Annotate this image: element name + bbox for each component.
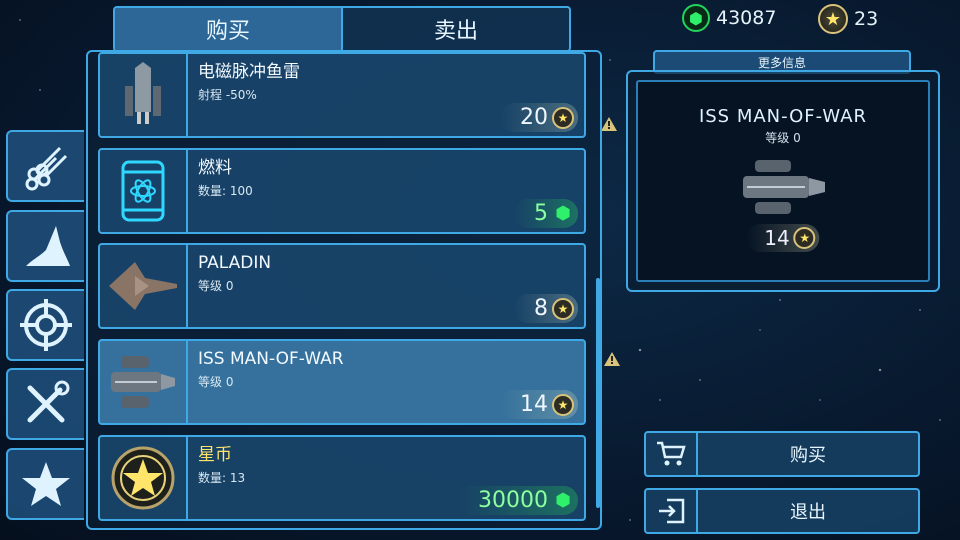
exit-button-label: 退出 — [790, 502, 826, 523]
tab-buy[interactable]: 购买 — [115, 8, 341, 50]
gem-count: 43087 — [716, 7, 777, 29]
tools-icon — [27, 380, 70, 423]
item-price: 5 ⬢ — [514, 199, 578, 228]
item-subtitle: 数量: 100 — [198, 184, 253, 198]
item-price: 20 ★ — [500, 103, 578, 132]
price-value: 14 — [520, 392, 548, 417]
man-of-war-ship-icon — [743, 160, 825, 214]
buy-sell-tabs: 购买 卖出 — [113, 6, 571, 52]
item-thumbnail — [100, 150, 188, 232]
shop-item-iss-man-of-war[interactable]: ISS MAN-OF-WAR 等级 0 14 ★ — [98, 339, 586, 425]
category-favorites[interactable] — [6, 448, 84, 520]
torpedo-icon — [125, 62, 161, 124]
category-wing[interactable] — [6, 210, 84, 282]
gem-balance: ⬢ 43087 — [682, 4, 776, 32]
exit-button[interactable]: 退出 — [644, 488, 920, 534]
exit-icon — [646, 490, 698, 532]
shop-item-star-coins[interactable]: 星币 数量: 13 30000 ⬢ — [98, 435, 586, 521]
buy-button-label: 购买 — [790, 445, 826, 466]
man-of-war-ship-icon — [111, 356, 175, 408]
shop-item-paladin[interactable]: PALADIN 等级 0 8 ★ — [98, 243, 586, 329]
item-price: 30000 ⬢ — [458, 486, 578, 515]
star-coin-icon — [111, 446, 175, 510]
gem-icon: ⬢ — [682, 4, 710, 32]
item-subtitle: 等级 0 — [198, 375, 234, 389]
shop-item-fuel[interactable]: 燃料 数量: 100 5 ⬢ — [98, 148, 586, 234]
item-subtitle: 数量: 13 — [198, 471, 246, 485]
star-icon: ★ — [552, 393, 574, 416]
buy-button[interactable]: 购买 — [644, 431, 920, 477]
detail-item-level: 等级 0 — [765, 131, 801, 145]
detail-price: 14 ★ — [746, 224, 820, 252]
category-tools[interactable] — [6, 368, 84, 440]
warning-icon — [604, 352, 620, 366]
star-icon: ★ — [793, 227, 816, 249]
gem-icon: ⬢ — [555, 203, 571, 224]
item-thumbnail — [100, 437, 188, 519]
star-icon: ★ — [552, 106, 574, 129]
price-value: 20 — [520, 105, 548, 130]
ammo-icon — [25, 146, 68, 191]
warning-icon — [601, 117, 617, 131]
price-value: 5 — [534, 201, 548, 226]
item-thumbnail — [100, 341, 188, 423]
price-value: 14 — [764, 226, 790, 250]
star-count: 23 — [854, 8, 879, 30]
item-subtitle: 射程 -50% — [198, 88, 257, 102]
item-name: PALADIN — [198, 253, 272, 273]
category-ammo[interactable] — [6, 130, 84, 202]
item-price: 14 ★ — [500, 390, 578, 419]
item-name: ISS MAN-OF-WAR — [198, 349, 344, 369]
list-scrollbar[interactable] — [596, 278, 600, 508]
detail-item-name: ISS MAN-OF-WAR — [698, 106, 868, 127]
price-value: 8 — [534, 296, 548, 321]
item-name: 电磁脉冲鱼雷 — [198, 62, 300, 82]
target-icon — [20, 299, 72, 351]
star-icon — [22, 462, 70, 506]
shop-item-emp-torpedo[interactable]: 电磁脉冲鱼雷 射程 -50% 20 ★ — [98, 52, 586, 138]
item-detail-panel: ISS MAN-OF-WAR 等级 0 14 ★ — [626, 70, 940, 292]
tab-sell[interactable]: 卖出 — [341, 8, 569, 50]
item-thumbnail — [100, 245, 188, 327]
star-balance: ★ 23 — [818, 4, 878, 34]
cart-icon — [646, 433, 698, 475]
star-icon: ★ — [552, 297, 574, 320]
gem-icon: ⬢ — [555, 490, 571, 511]
item-price: 8 ★ — [514, 294, 578, 323]
star-icon: ★ — [818, 4, 848, 34]
item-name: 星币 — [198, 445, 232, 465]
item-name: 燃料 — [198, 158, 232, 178]
item-thumbnail — [100, 54, 188, 136]
price-value: 30000 — [478, 488, 548, 513]
item-subtitle: 等级 0 — [198, 279, 234, 293]
wing-icon — [26, 226, 70, 266]
paladin-ship-icon — [109, 262, 177, 310]
category-target[interactable] — [6, 289, 84, 361]
fuel-barrel-icon — [121, 160, 165, 222]
